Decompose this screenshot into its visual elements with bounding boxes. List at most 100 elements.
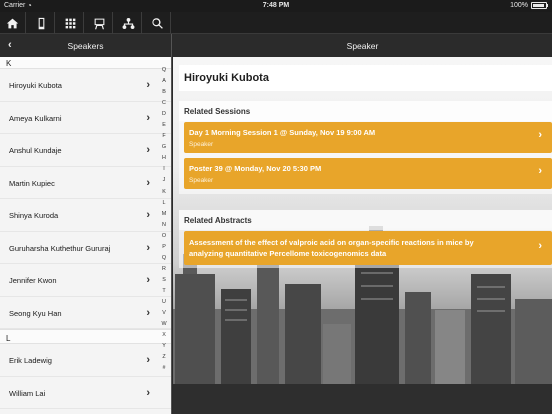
speaker-row[interactable]: Seong Kyu Han ›: [0, 296, 171, 329]
abstract-title-line1: Assessment of the effect of valproic aci…: [189, 238, 474, 247]
grid-icon: [65, 18, 76, 28]
index-letter[interactable]: C: [159, 98, 169, 109]
chevron-right-icon: ›: [146, 144, 150, 156]
index-letter[interactable]: Q: [159, 65, 169, 76]
index-letter[interactable]: A: [159, 76, 169, 87]
index-letter[interactable]: I: [159, 164, 169, 175]
speaker-row[interactable]: Ameya Kulkarni ›: [0, 101, 171, 134]
index-letter[interactable]: G: [159, 142, 169, 153]
session-item[interactable]: Poster 39 @ Monday, Nov 20 5:30 PM Speak…: [184, 158, 552, 189]
section-header-l: L: [0, 329, 171, 344]
toolbar: [0, 12, 552, 34]
status-bar: Carrier ◔ 7:48 PM 100%: [0, 0, 552, 12]
speaker-nav-bar: Speaker: [173, 34, 552, 57]
speaker-name: Martin Kupiec: [9, 178, 55, 188]
index-letter[interactable]: M: [159, 209, 169, 220]
index-letter[interactable]: W: [159, 319, 169, 330]
speaker-row[interactable]: Jennifer Kwon ›: [0, 264, 171, 297]
index-letter[interactable]: V: [159, 308, 169, 319]
index-letter[interactable]: X: [159, 330, 169, 341]
battery-percent: 100%: [510, 2, 528, 9]
search-icon: [152, 17, 163, 29]
related-sessions-title: Related Sessions: [179, 101, 552, 121]
index-letter[interactable]: H: [159, 153, 169, 164]
chevron-right-icon: ›: [538, 165, 542, 177]
index-letter[interactable]: Z: [159, 352, 169, 363]
chevron-right-icon: ›: [146, 386, 150, 399]
speaker-name: Jennifer Kwon: [9, 276, 57, 285]
index-letter[interactable]: E: [159, 120, 169, 131]
speakers-title: Speakers: [67, 41, 104, 51]
speaker-row[interactable]: Anshul Kundaje ›: [0, 134, 171, 167]
chevron-right-icon: ›: [146, 306, 150, 319]
phone-button[interactable]: [29, 12, 55, 34]
speaker-row[interactable]: Erik Ladewig ›: [0, 344, 171, 377]
grid-button[interactable]: [58, 12, 84, 34]
speaker-name: Shinya Kuroda: [9, 211, 59, 220]
search-button[interactable]: [145, 12, 171, 34]
index-letter[interactable]: S: [159, 275, 169, 286]
index-letter[interactable]: P: [159, 242, 169, 253]
abstract-item[interactable]: Assessment of the effect of valproic aci…: [184, 231, 552, 265]
session-title: Day 1 Morning Session 1 @ Sunday, Nov 19…: [189, 128, 376, 137]
chevron-right-icon: ›: [146, 354, 150, 366]
speaker-row[interactable]: Martin Kupiec ›: [0, 166, 171, 199]
index-letter[interactable]: T: [159, 286, 169, 297]
index-letter[interactable]: O: [159, 231, 169, 242]
session-role: Speaker: [189, 177, 214, 184]
index-letter[interactable]: #: [159, 363, 169, 374]
chevron-right-icon: ›: [146, 176, 150, 189]
speaker-name: William Lai: [9, 388, 46, 398]
chevron-right-icon: ›: [146, 111, 150, 124]
index-letter[interactable]: U: [159, 297, 169, 308]
index-letter[interactable]: J: [159, 175, 169, 186]
session-role: Speaker: [189, 141, 214, 148]
speaker-row[interactable]: Hiroyuki Kubota ›: [0, 69, 171, 102]
network-button[interactable]: [116, 12, 142, 34]
speaker-name-heading: Hiroyuki Kubota: [179, 65, 552, 91]
index-letter[interactable]: Y: [159, 341, 169, 352]
network-icon: [122, 17, 135, 29]
index-letter[interactable]: R: [159, 264, 169, 275]
speaker-row[interactable]: Guruharsha Kuthethur Gururaj ›: [0, 231, 171, 264]
speakers-nav-bar: ‹ Speakers: [0, 34, 171, 57]
speaker-name: Seong Kyu Han: [9, 308, 62, 318]
chevron-right-icon: ›: [146, 209, 150, 221]
abstract-title-line2: analyzing quantitative Percellome toxico…: [189, 249, 387, 258]
chevron-right-icon: ›: [146, 274, 150, 286]
chevron-right-icon: ›: [538, 129, 542, 141]
index-letter[interactable]: L: [159, 198, 169, 209]
speaker-row[interactable]: William Lai ›: [0, 376, 171, 409]
clock: 7:48 PM: [262, 2, 290, 9]
speaker-row[interactable]: Shinya Kuroda ›: [0, 199, 171, 232]
battery-icon: [531, 2, 547, 9]
related-abstracts-box: Assessment of the effect of valproic aci…: [179, 230, 552, 268]
speaker-name: Ameya Kulkarni: [9, 113, 62, 123]
home-button[interactable]: [0, 12, 26, 34]
speakers-pane: ‹ Speakers K Hiroyuki Kubota › Ameya Kulk…: [0, 34, 172, 414]
phone-icon: [38, 17, 45, 29]
alphabet-index[interactable]: Q A B C D E F G H I J K L M N O P Q R S T U V W X Y Z #: [159, 65, 169, 374]
chevron-right-icon: ›: [538, 240, 542, 252]
chevron-right-icon: ›: [146, 241, 150, 254]
speaker-name: Guruharsha Kuthethur Gururaj: [9, 243, 111, 253]
index-letter[interactable]: F: [159, 131, 169, 142]
index-letter[interactable]: Q: [159, 253, 169, 264]
index-letter[interactable]: K: [159, 187, 169, 198]
speaker-name: Hiroyuki Kubota: [9, 81, 62, 90]
posters-button[interactable]: [87, 12, 113, 34]
index-letter[interactable]: N: [159, 220, 169, 231]
speaker-name: Erik Ladewig: [9, 356, 52, 365]
easel-icon: [94, 18, 105, 29]
related-sessions-box: Day 1 Morning Session 1 @ Sunday, Nov 19…: [179, 121, 552, 194]
battery-indicator: 100%: [510, 2, 548, 9]
home-icon: [6, 18, 19, 28]
chevron-right-icon: ›: [146, 79, 150, 91]
index-letter[interactable]: D: [159, 109, 169, 120]
related-abstracts-title: Related Abstracts: [179, 210, 552, 230]
speaker-detail-pane: Speaker Hiroyuki Kubota Related Sessions…: [173, 34, 552, 414]
speaker-name: Anshul Kundaje: [9, 146, 62, 155]
index-letter[interactable]: B: [159, 87, 169, 98]
session-item[interactable]: Day 1 Morning Session 1 @ Sunday, Nov 19…: [184, 122, 552, 153]
section-header-k: K: [0, 57, 171, 69]
